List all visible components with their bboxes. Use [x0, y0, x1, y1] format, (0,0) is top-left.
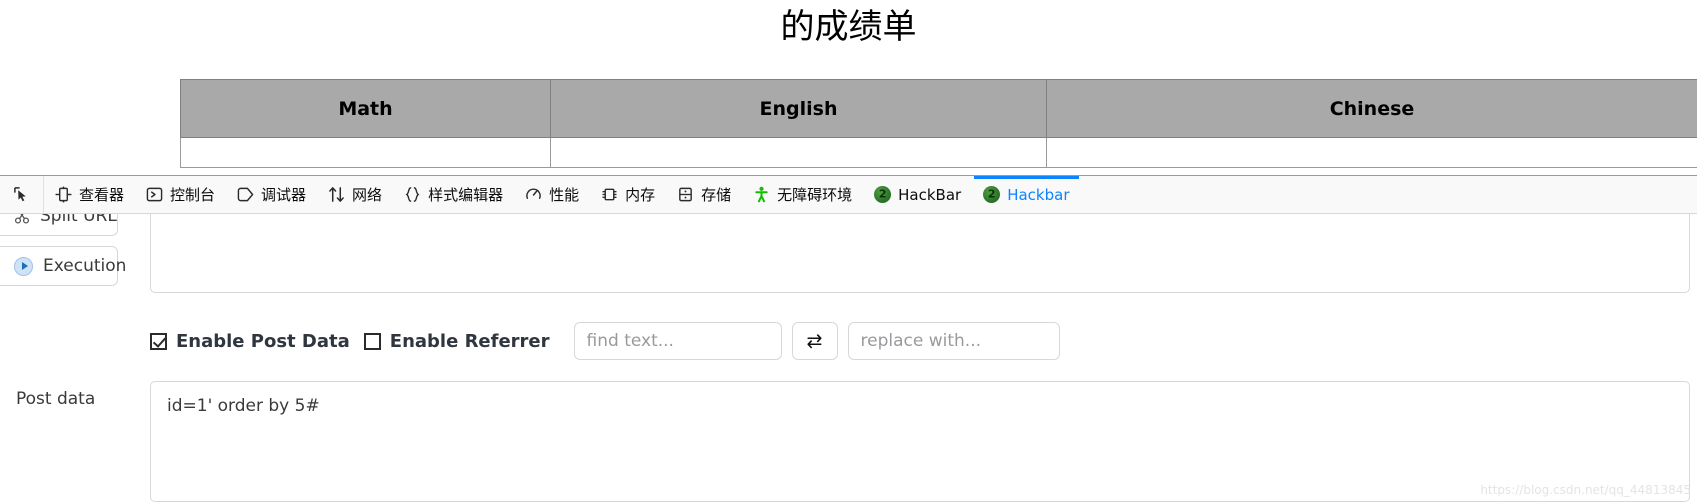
- tab-network[interactable]: 网络: [317, 176, 393, 214]
- post-data-textarea[interactable]: id=1' order by 5#: [150, 381, 1690, 502]
- inspector-icon: [55, 186, 72, 203]
- tab-hackbar-1[interactable]: 2 HackBar: [863, 176, 972, 214]
- tab-style-editor-label: 样式编辑器: [428, 185, 504, 204]
- swap-find-replace-button[interactable]: ⇄: [791, 322, 838, 360]
- tab-memory-label: 内存: [625, 185, 656, 204]
- table-cell-chinese: [1046, 137, 1697, 168]
- watermark: https://blog.csdn.net/qq_44813845: [1480, 483, 1691, 497]
- tab-storage[interactable]: 存储: [666, 176, 742, 214]
- enable-post-data-label: Enable Post Data: [176, 330, 350, 352]
- score-table: Math English Chinese: [180, 79, 1697, 168]
- tab-accessibility-label: 无障碍环境: [777, 185, 853, 204]
- execution-button[interactable]: Execution: [0, 246, 126, 286]
- page-title: 的成绩单: [780, 7, 917, 47]
- memory-icon: [602, 188, 617, 201]
- tab-hackbar-1-label: HackBar: [898, 185, 962, 204]
- tab-hackbar-2[interactable]: 2 Hackbar: [972, 175, 1080, 214]
- app-root: 的成绩单 Math English Chinese Split URL Exec…: [0, 0, 1697, 502]
- find-text-input[interactable]: [573, 322, 782, 360]
- storage-icon: [679, 187, 692, 202]
- tab-console-label: 控制台: [170, 185, 216, 204]
- debugger-icon: [237, 187, 254, 202]
- tab-console[interactable]: 控制台: [135, 176, 226, 214]
- accessibility-icon: [755, 186, 768, 203]
- style-editor-icon: [405, 187, 420, 202]
- table-header-row: Math English Chinese: [180, 79, 1697, 138]
- post-data-label: Post data: [16, 389, 96, 409]
- tab-memory[interactable]: 内存: [590, 176, 666, 214]
- enable-referrer-checkbox[interactable]: [363, 332, 381, 350]
- play-circle-icon: [14, 256, 33, 276]
- table-cell-math: [180, 137, 551, 168]
- tab-inspector-label: 查看器: [79, 185, 125, 204]
- hackbar-icon: 2: [983, 186, 1001, 203]
- table-row: [180, 137, 1697, 168]
- performance-icon: [526, 188, 541, 199]
- console-icon: [146, 187, 163, 202]
- tab-style-editor[interactable]: 样式编辑器: [393, 176, 514, 214]
- replace-with-input[interactable]: [847, 322, 1060, 360]
- tab-performance-label: 性能: [549, 185, 580, 204]
- tab-debugger[interactable]: 调试器: [226, 176, 317, 214]
- tab-debugger-label: 调试器: [261, 185, 307, 204]
- network-icon: [329, 187, 344, 202]
- hackbar-panel: Split URL Execution Enable Post Data Ena…: [0, 196, 1697, 502]
- table-cell-english: [550, 137, 1047, 168]
- tab-accessibility[interactable]: 无障碍环境: [742, 176, 863, 214]
- column-header-chinese: Chinese: [1046, 79, 1697, 138]
- enable-referrer-label: Enable Referrer: [389, 330, 550, 352]
- column-header-math: Math: [180, 79, 551, 138]
- hackbar-options-row: Enable Post Data Enable Referrer ⇄: [150, 322, 1060, 360]
- tab-storage-label: 存储: [701, 185, 732, 204]
- tab-performance[interactable]: 性能: [514, 176, 590, 214]
- hackbar-icon: 2: [874, 186, 892, 203]
- tab-hackbar-2-label: Hackbar: [1007, 185, 1070, 204]
- webpage-content: 的成绩单 Math English Chinese: [0, 0, 1697, 168]
- tab-inspector[interactable]: 查看器: [44, 176, 135, 214]
- post-data-value: id=1' order by 5#: [167, 396, 320, 416]
- enable-post-data-checkbox[interactable]: [150, 332, 167, 350]
- tab-network-label: 网络: [352, 185, 383, 204]
- execution-label: Execution: [43, 256, 127, 276]
- column-header-english: English: [550, 79, 1047, 138]
- element-picker-button[interactable]: [0, 175, 44, 214]
- element-picker-icon: [14, 187, 26, 202]
- devtools-toolbar: 查看器 控制台 调试器 网络 样式编辑器 性能 内存 存储 无障碍环境 2 Ha…: [0, 175, 1697, 214]
